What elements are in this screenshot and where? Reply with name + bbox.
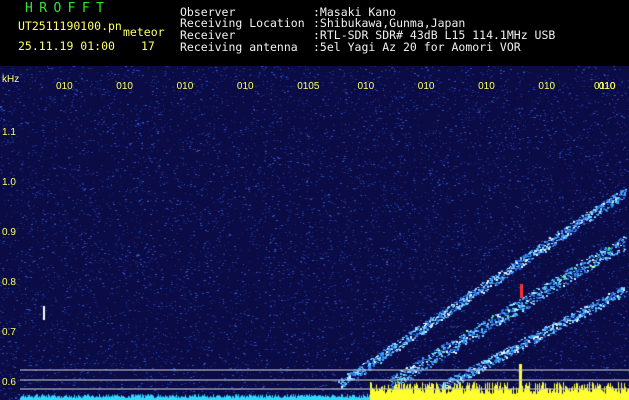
- mode-label: meteor: [123, 25, 165, 39]
- spectrogram-canvas: [0, 66, 629, 400]
- file-name: UT2511190100.pn: [18, 19, 122, 33]
- date-time: 25.11.19 01:00: [18, 39, 115, 53]
- antenna-value: :5el Yagi Az 20 for Aomori VOR: [313, 40, 521, 54]
- info-header: HROFFT UT2511190100.pn meteor 25.11.19 0…: [0, 0, 629, 66]
- echo-count: 17: [141, 39, 155, 53]
- antenna-label: Receiving antenna: [180, 40, 298, 54]
- app-title: HROFFT: [25, 1, 111, 16]
